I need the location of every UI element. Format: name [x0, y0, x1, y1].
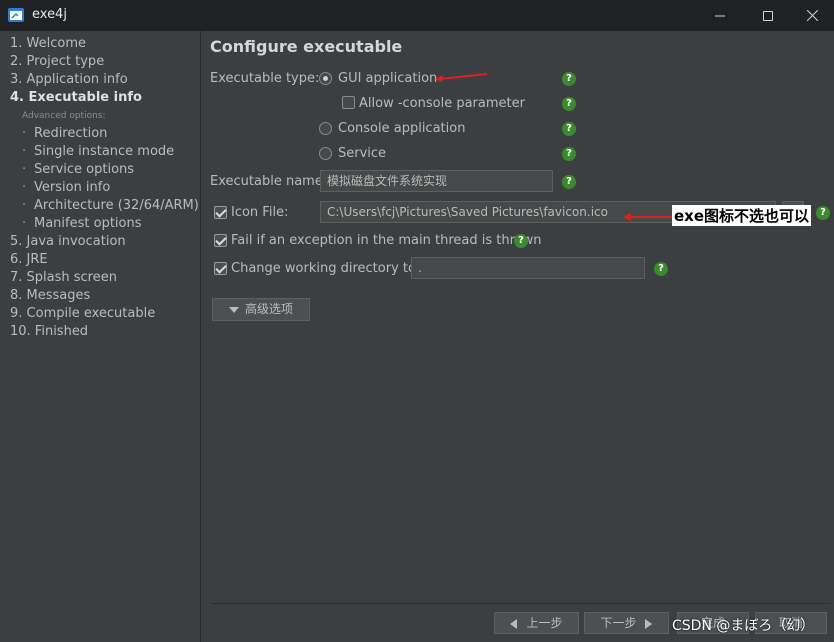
console-application-label[interactable]: Console application: [338, 121, 465, 136]
wizard-sidebar: 1. Welcome 2. Project type 3. Applicatio…: [0, 31, 201, 642]
minimize-button[interactable]: [697, 0, 743, 31]
annotation-text: exe图标不选也可以: [672, 205, 812, 226]
maximize-button[interactable]: [745, 0, 791, 31]
previous-label: 上一步: [526, 616, 563, 630]
red-arrow-annotation: [435, 73, 488, 82]
nav-subitem-architecture[interactable]: · Architecture (32/64/ARM): [22, 198, 199, 213]
bullet: ·: [22, 162, 27, 177]
minimize-icon: [715, 15, 725, 16]
help-icon[interactable]: ?: [562, 97, 576, 111]
help-icon[interactable]: ?: [562, 175, 576, 189]
nav-item-project-type[interactable]: 2. Project type: [10, 54, 104, 69]
triangle-right-icon: [644, 618, 652, 629]
service-radio[interactable]: [319, 147, 332, 160]
nav-subitem-manifest-options[interactable]: · Manifest options: [22, 216, 142, 231]
nav-item-messages[interactable]: 8. Messages: [10, 288, 90, 303]
app-icon: [8, 8, 24, 22]
watermark: CSDN @まぼろ（幻）: [672, 618, 815, 634]
nav-item-executable-info[interactable]: 4. Executable info: [10, 90, 142, 105]
executable-name-input[interactable]: 模拟磁盘文件系统实现: [320, 170, 553, 192]
change-working-dir-label[interactable]: Change working directory to:: [231, 261, 420, 276]
page-title: Configure executable: [210, 37, 403, 56]
nav-item-application-info[interactable]: 3. Application info: [10, 72, 128, 87]
advanced-options-label: 高级选项: [245, 302, 294, 316]
icon-file-checkbox[interactable]: [214, 206, 227, 219]
allow-console-label[interactable]: Allow -console parameter: [359, 96, 525, 111]
nav-subitem-label: Manifest options: [34, 216, 142, 231]
nav-item-compile-executable[interactable]: 9. Compile executable: [10, 306, 155, 321]
nav-item-finished[interactable]: 10. Finished: [10, 324, 88, 339]
nav-subitem-label: Service options: [34, 162, 135, 177]
next-label: 下一步: [600, 616, 637, 630]
help-icon[interactable]: ?: [562, 147, 576, 161]
nav-subitem-label: Architecture (32/64/ARM): [34, 198, 199, 213]
window-title: exe4j: [32, 7, 67, 22]
help-icon[interactable]: ?: [562, 122, 576, 136]
nav-item-java-invocation[interactable]: 5. Java invocation: [10, 234, 126, 249]
nav-subitem-single-instance[interactable]: · Single instance mode: [22, 144, 174, 159]
fail-on-exception-label[interactable]: Fail if an exception in the main thread …: [231, 233, 541, 248]
nav-item-welcome[interactable]: 1. Welcome: [10, 36, 86, 51]
close-button[interactable]: [789, 0, 834, 31]
triangle-down-icon: [229, 306, 239, 313]
nav-subitem-label: Single instance mode: [34, 144, 175, 159]
maximize-icon: [763, 10, 773, 21]
advanced-options-button[interactable]: 高级选项: [212, 298, 310, 321]
help-icon[interactable]: ?: [816, 206, 830, 220]
gui-application-radio[interactable]: [319, 72, 332, 85]
working-directory-input[interactable]: .: [411, 257, 645, 279]
bullet: ·: [22, 180, 27, 195]
nav-item-splash-screen[interactable]: 7. Splash screen: [10, 270, 117, 285]
allow-console-checkbox[interactable]: [342, 96, 355, 109]
help-icon[interactable]: ?: [654, 262, 668, 276]
bullet: ·: [22, 126, 27, 141]
main-panel: Configure executable Executable type: GU…: [201, 31, 834, 642]
title-bar: exe4j: [0, 0, 834, 31]
bullet: ·: [22, 144, 27, 159]
executable-name-label: Executable name:: [210, 174, 328, 189]
nav-subitem-service-options[interactable]: · Service options: [22, 162, 134, 177]
help-icon[interactable]: ?: [514, 234, 528, 248]
next-button[interactable]: 下一步: [584, 612, 669, 634]
fail-on-exception-checkbox[interactable]: [214, 234, 227, 247]
help-icon[interactable]: ?: [562, 72, 576, 86]
change-working-dir-checkbox[interactable]: [214, 262, 227, 275]
icon-file-label[interactable]: Icon File:: [231, 205, 288, 220]
advanced-options-heading: Advanced options:: [22, 111, 106, 121]
executable-type-label: Executable type:: [210, 71, 320, 86]
console-application-radio[interactable]: [319, 122, 332, 135]
nav-item-jre[interactable]: 6. JRE: [10, 252, 48, 267]
close-icon: [806, 10, 818, 21]
nav-subitem-label: Version info: [34, 180, 111, 195]
footer-divider: [211, 603, 831, 604]
nav-subitem-label: Redirection: [34, 126, 108, 141]
service-label[interactable]: Service: [338, 146, 386, 161]
nav-subitem-redirection[interactable]: · Redirection: [22, 126, 107, 141]
nav-subitem-version-info[interactable]: · Version info: [22, 180, 110, 195]
gui-application-label[interactable]: GUI application: [338, 71, 437, 86]
triangle-left-icon: [510, 618, 518, 629]
bullet: ·: [22, 216, 27, 231]
bullet: ·: [22, 198, 27, 213]
previous-button[interactable]: 上一步: [494, 612, 579, 634]
